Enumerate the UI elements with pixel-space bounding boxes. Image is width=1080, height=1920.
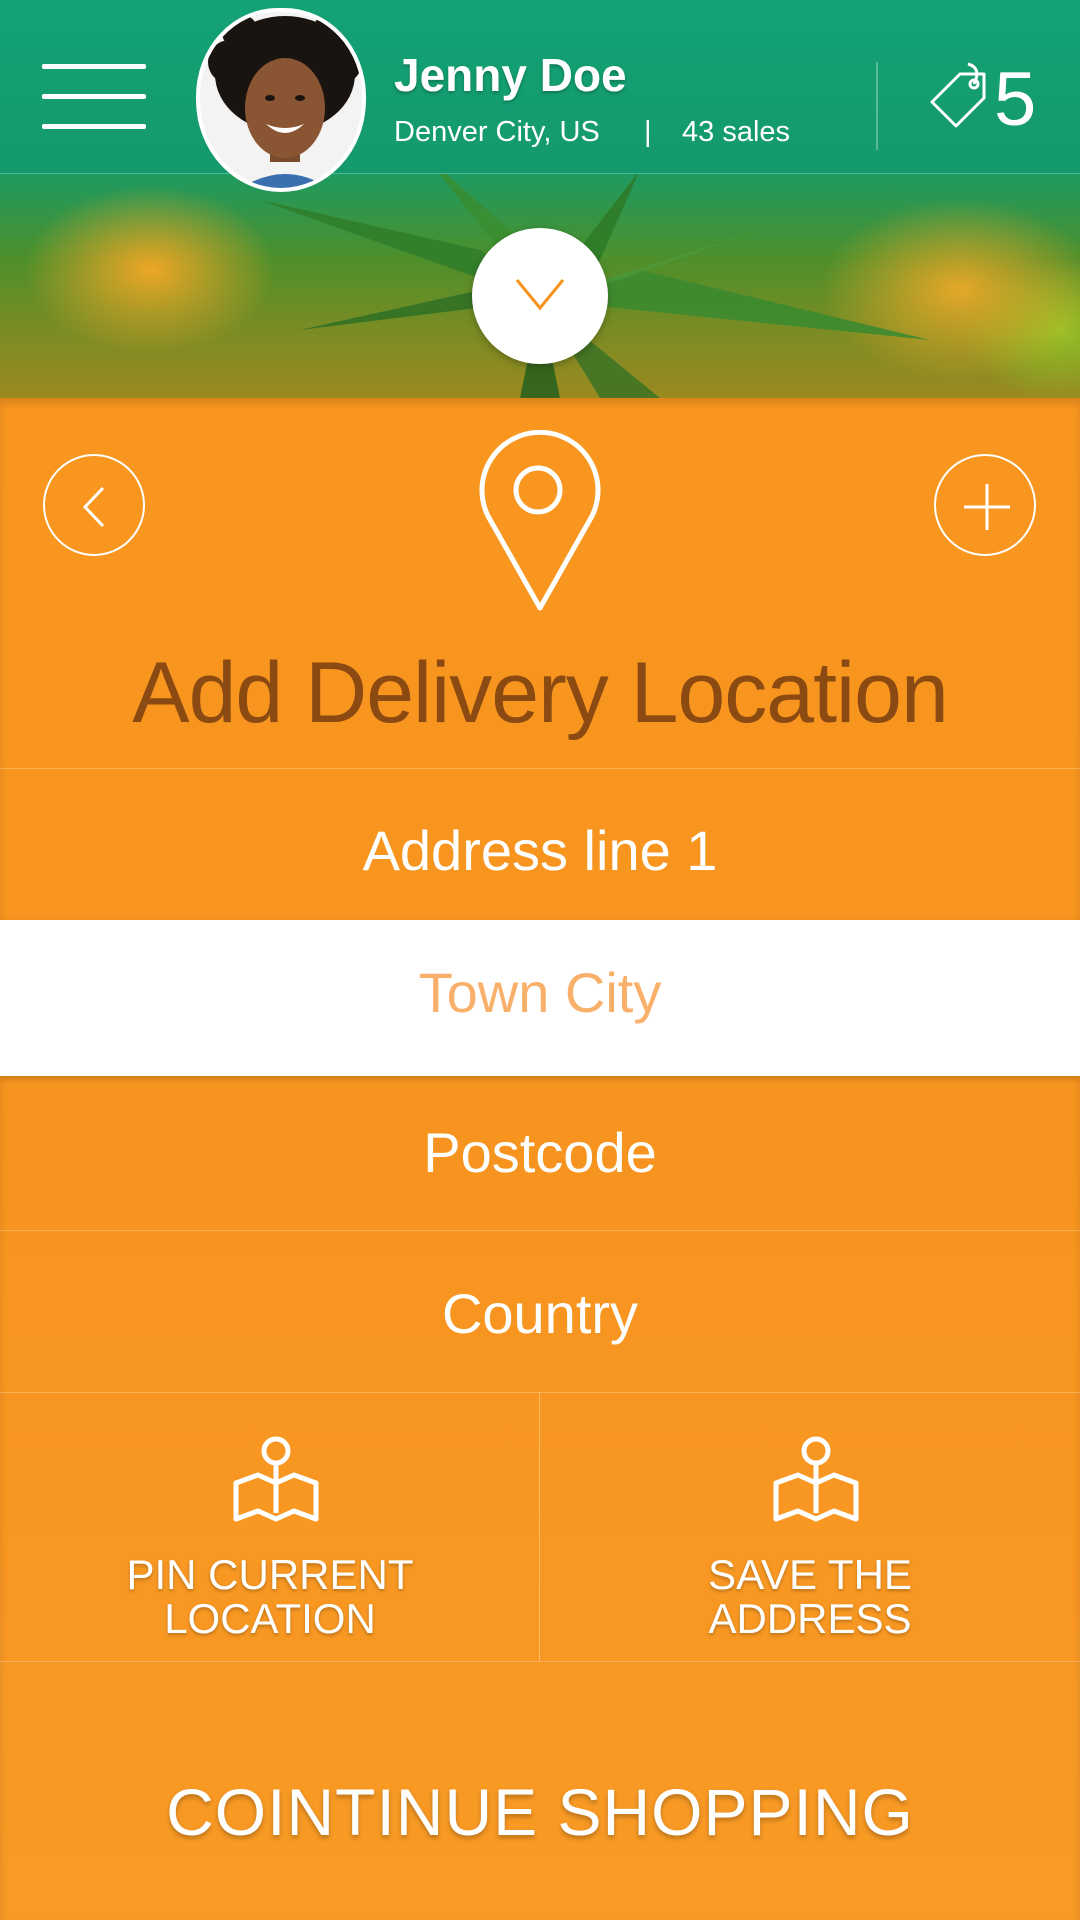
user-name: Jenny Doe [394, 49, 627, 101]
price-tag-icon[interactable] [922, 62, 994, 134]
pin-current-location-label: PIN CURRENT LOCATION [126, 1551, 414, 1642]
header-divider [876, 62, 878, 150]
back-button[interactable] [43, 454, 145, 556]
user-location: Denver City, US [394, 116, 600, 148]
user-sales-count: 43 sales [682, 116, 791, 148]
tag-count[interactable]: 5 [994, 56, 1036, 143]
map-pin-icon [773, 1436, 859, 1522]
page-title: Add Delivery Location [132, 645, 949, 741]
location-pin-icon [479, 430, 601, 611]
address-line-1-field[interactable]: Address line 1 [0, 768, 1080, 920]
map-pin-icon [233, 1436, 319, 1522]
country-field[interactable]: Country [0, 1230, 1080, 1392]
pin-current-location-button[interactable]: PIN CURRENT LOCATION [0, 1392, 540, 1662]
chevron-down-icon [515, 279, 565, 311]
hamburger-menu-icon[interactable] [42, 64, 146, 130]
save-address-button[interactable]: SAVE THE ADDRESS [540, 1392, 1080, 1662]
add-location-button[interactable] [934, 454, 1036, 556]
town-city-field[interactable]: Town City [0, 920, 1080, 1076]
dropdown-toggle-button[interactable] [472, 228, 608, 364]
postcode-field[interactable]: Postcode [0, 1076, 1080, 1230]
avatar[interactable] [196, 8, 366, 192]
meta-separator: | [644, 116, 652, 148]
continue-shopping-button[interactable]: COINTINUE SHOPPING [0, 1662, 1080, 1920]
save-address-label: SAVE THE ADDRESS [708, 1551, 912, 1642]
profile-header: Jenny Doe Denver City, US | 43 sales 5 [0, 0, 1080, 398]
plus-icon [964, 484, 1010, 530]
chevron-left-icon [82, 486, 105, 528]
